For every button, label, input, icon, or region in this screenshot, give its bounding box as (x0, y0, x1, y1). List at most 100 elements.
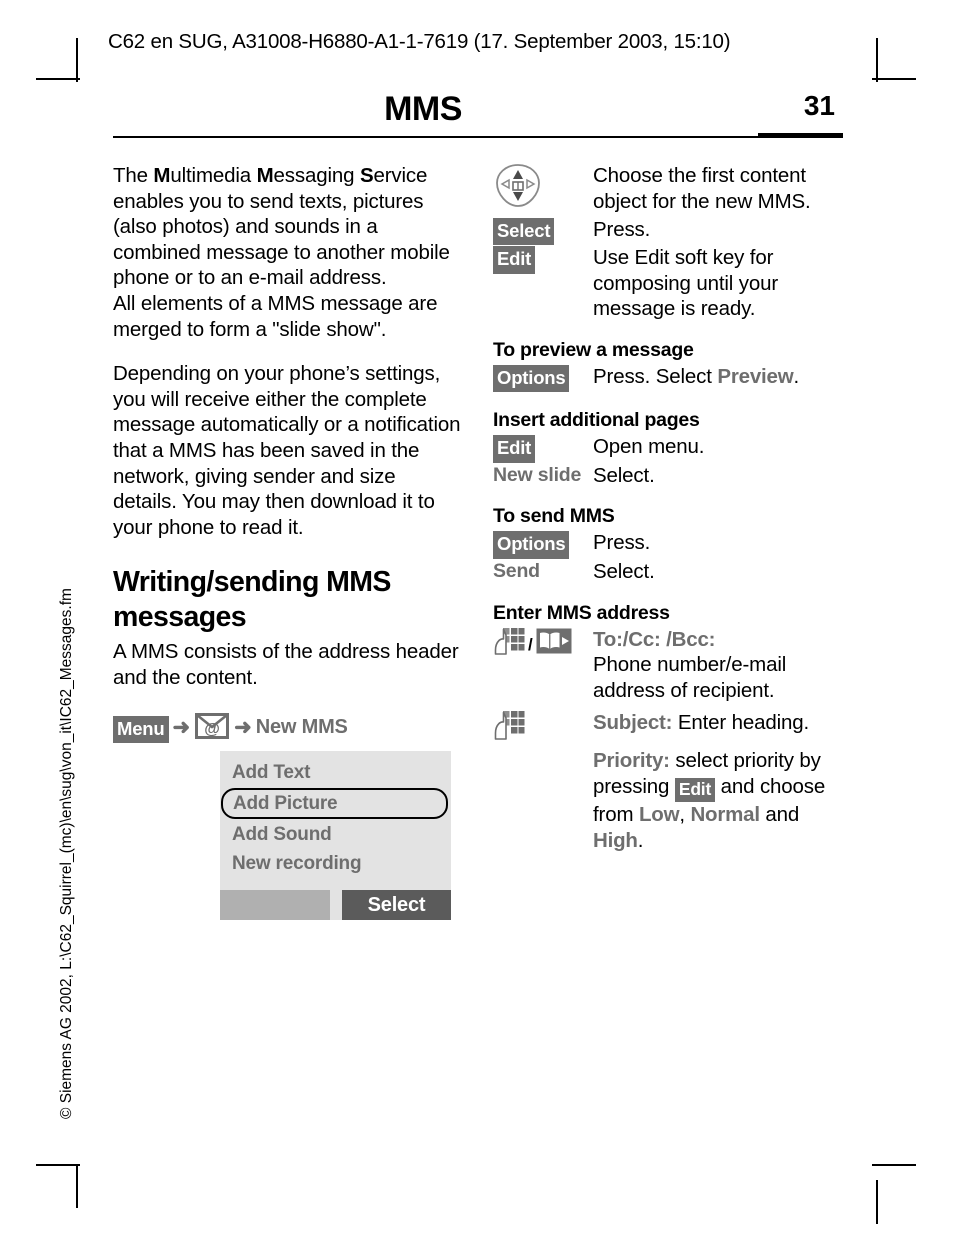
crop-mark-top-left-horizontal (36, 78, 80, 80)
ui-term-normal: Normal (690, 803, 760, 827)
list-item[interactable]: Add Picture (221, 788, 448, 819)
menu-path-target: New MMS (255, 715, 348, 738)
priority-text-d: . (637, 828, 644, 852)
instruction-description: Press. Select Preview. (593, 364, 845, 390)
left-column: The Multimedia Messaging Service enables… (113, 163, 463, 745)
ui-term-high: High (593, 828, 638, 852)
instruction-row: New slide Select. (493, 463, 845, 489)
header-rule-thick (758, 133, 843, 138)
subject-line: Subject: Enter heading. (593, 710, 845, 736)
crop-mark-bottom-left-horizontal (36, 1164, 80, 1166)
crop-mark-top-right-vertical (876, 38, 878, 82)
crop-mark-top-right-horizontal (872, 78, 916, 80)
crop-mark-bottom-left-vertical (76, 1164, 78, 1208)
navigation-key-icon[interactable] (493, 163, 593, 217)
ui-term-to-cc-bcc: To:/Cc: /Bcc: (593, 627, 716, 651)
header-rule (113, 136, 758, 138)
instruction-description: Press. (593, 217, 651, 241)
ui-term-new-slide: New slide (493, 463, 582, 486)
intro-bold-m2: M (256, 164, 274, 187)
desc-post: . (793, 364, 800, 388)
path-arrow-1: ➜ (172, 715, 191, 739)
softkey-chip[interactable]: Options (493, 530, 593, 559)
page-title: MMS (384, 90, 462, 128)
list-item[interactable]: Add Text (220, 758, 451, 787)
crop-mark-bottom-right-horizontal (872, 1164, 916, 1166)
intro-text-b: ultimedia (170, 164, 257, 187)
priority-line: Priority: select priority by pressing Ed… (593, 748, 845, 853)
select-chip[interactable]: Select (493, 217, 555, 246)
menu-path: Menu ➜ @ ➜ New MMS (113, 712, 463, 745)
softkey-right-select[interactable]: Select (342, 890, 451, 920)
intro-bold-s: S (359, 164, 374, 187)
options-chip[interactable]: Options (493, 531, 570, 559)
instruction-row: Subject: Enter heading. Priority: select… (493, 710, 845, 853)
softkey-chip[interactable]: Select (493, 217, 593, 246)
intro-bold-m1: M (153, 164, 171, 187)
edit-chip[interactable]: Edit (674, 777, 716, 803)
list-item[interactable]: Add Sound (220, 820, 451, 849)
priority-comma: , (679, 803, 691, 827)
mock-softkey-bar: Select (220, 890, 451, 920)
section-heading-writing-sending: Writing/sending MMS messages (113, 566, 391, 634)
envelope-at-icon[interactable]: @ (195, 712, 230, 745)
right-column: Choose the first content object for the … (493, 163, 845, 853)
ui-term-send: Send (493, 559, 540, 582)
subject-text: Enter heading. (672, 711, 810, 735)
intro-paragraph-2: Depending on your phone’s settings, you … (113, 362, 461, 539)
intro-text-a: The (113, 164, 154, 187)
keypad-hand-icon[interactable] (493, 627, 525, 663)
subheading-preview: To preview a message (493, 338, 694, 361)
subheading-insert-pages: Insert additional pages (493, 409, 700, 432)
ui-term-low: Low (638, 803, 680, 827)
svg-text:@: @ (204, 721, 220, 738)
phonebook-icon[interactable] (536, 628, 572, 662)
instruction-description: Open menu. (593, 435, 705, 459)
instruction-description: Subject: Enter heading. Priority: select… (593, 710, 845, 853)
address-key-icons[interactable]: / (493, 627, 593, 663)
subheading-send-mms: To send MMS (493, 505, 615, 528)
side-margin-note: © Siemens AG 2002, L:\C62_Squirrel_(mc)\… (58, 588, 75, 1119)
instruction-row: Options Press. (493, 530, 845, 559)
instruction-row: Select Press. (493, 217, 845, 246)
intro-text-e: All elements of a MMS message are merged… (113, 291, 438, 341)
instruction-row: Choose the first content object for the … (493, 163, 845, 217)
menu-button[interactable]: Menu (113, 715, 169, 743)
softkey-chip[interactable]: Options (493, 364, 593, 393)
instruction-description: Use Edit soft key for composing until yo… (593, 246, 779, 321)
instruction-description: To:/Cc: /Bcc: Phone number/e-mail address… (593, 627, 845, 704)
keypad-hand-icon[interactable] (493, 710, 593, 748)
priority-text-c: and (759, 803, 800, 827)
softkey-left[interactable] (220, 890, 330, 920)
instruction-description: Select. (593, 559, 655, 583)
icon-separator: / (528, 634, 533, 654)
running-header: C62 en SUG, A31008-H6880-A1-1-7619 (17. … (108, 30, 731, 53)
options-chip[interactable]: Options (493, 364, 570, 393)
softkey-chip[interactable]: Edit (493, 434, 593, 463)
phone-screen-mockup: Add Text Add Picture Add Sound New recor… (220, 751, 451, 920)
list-item[interactable]: New recording (220, 849, 451, 878)
page-number: 31 (803, 90, 835, 121)
crop-mark-bottom-right-vertical (876, 1180, 878, 1224)
softkey-chip[interactable]: Edit (493, 245, 593, 274)
instruction-row: Send Select. (493, 559, 845, 585)
instruction-description: Choose the first content object for the … (593, 164, 811, 213)
instruction-description: Select. (593, 463, 655, 487)
desc-pre: Press. Select (593, 364, 718, 388)
edit-chip[interactable]: Edit (493, 246, 536, 274)
instruction-row: Options Press. Select Preview. (493, 364, 845, 393)
section-body-text: A MMS consists of the address header and… (113, 640, 459, 689)
edit-chip[interactable]: Edit (493, 435, 536, 463)
instruction-row: Edit Open menu. (493, 434, 845, 463)
instruction-row: / To:/Cc: /Bcc: Phone number/e-mail addre… (493, 627, 845, 704)
path-arrow-2: ➜ (234, 715, 252, 739)
instruction-row: Edit Use Edit soft key for composing unt… (493, 245, 845, 322)
mock-menu-list: Add Text Add Picture Add Sound New recor… (220, 751, 451, 884)
crop-mark-top-left-vertical (76, 38, 78, 82)
